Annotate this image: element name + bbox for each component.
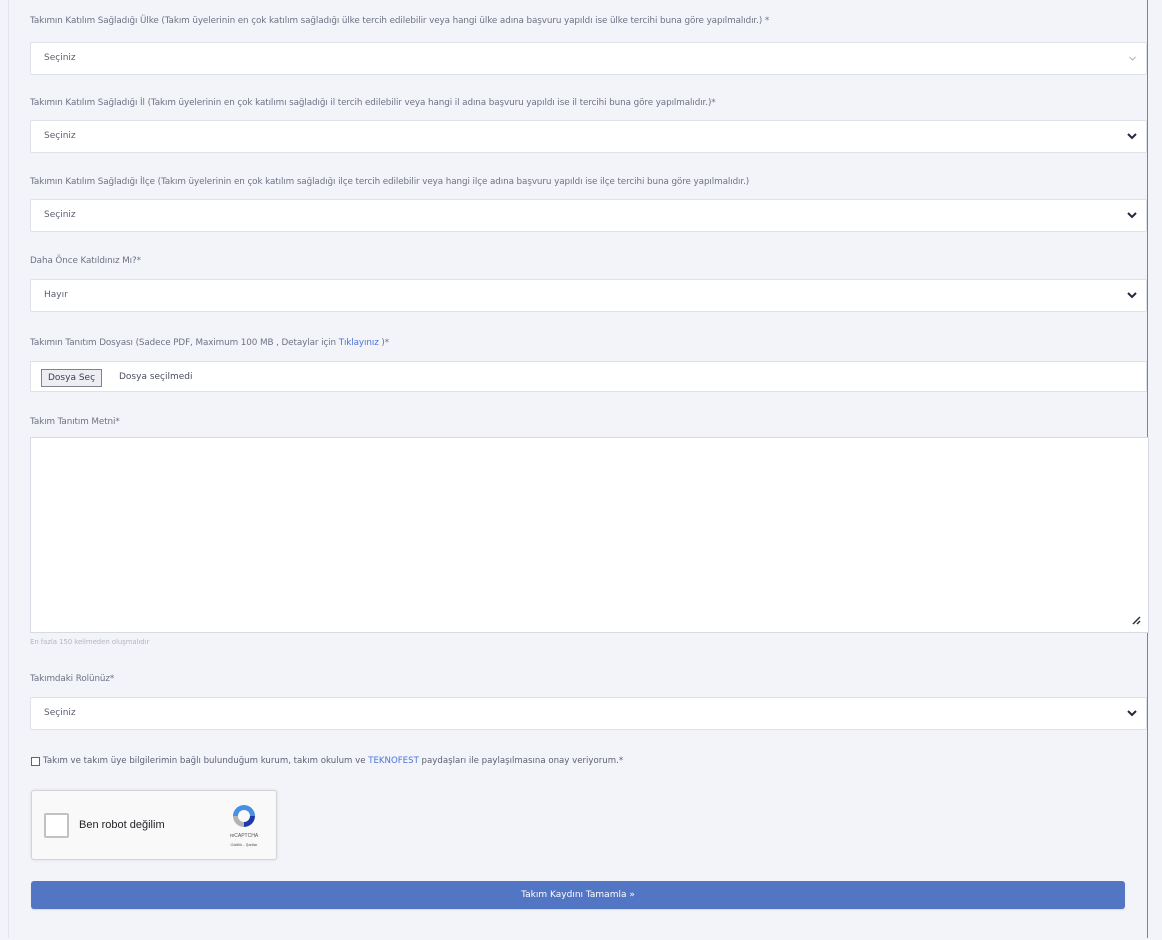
chevron-down-icon (1127, 133, 1137, 140)
complete-registration-button[interactable]: Takım Kaydını Tamamla » (31, 881, 1125, 909)
description-text-label: Takım Tanıtım Metni* (30, 417, 120, 427)
previous-participation-selected-value: Hayır (44, 290, 68, 300)
description-file-label: Takımın Tanıtım Dosyası (Sadece PDF, Max… (30, 338, 389, 348)
consent-text-prefix: Takım ve takım üye bilgilerimin bağlı bu… (43, 756, 369, 766)
resize-handle-icon[interactable] (1128, 612, 1141, 625)
recaptcha-brand: reCAPTCHA (229, 833, 259, 839)
team-role-selected-value: Seçiniz (44, 708, 76, 718)
district-select[interactable]: Seçiniz (30, 199, 1147, 232)
district-label: Takımın Katılım Sağladığı İlçe (Takım üy… (30, 177, 750, 187)
recaptcha-links[interactable]: Gizlilik - Şartlar (219, 842, 269, 847)
description-textarea[interactable] (30, 437, 1149, 633)
province-label: Takımın Katılım Sağladığı İl (Takım üyel… (30, 98, 716, 108)
recaptcha-widget: Ben robot değilim reCAPTCHA Gizlilik - Ş… (31, 790, 277, 860)
description-helper-text: En fazla 150 kelimeden oluşmalıdır (30, 638, 150, 646)
description-file-label-suffix: )* (378, 338, 390, 348)
team-role-label: Takımdaki Rolünüz* (30, 674, 115, 684)
chevron-down-icon (1127, 710, 1137, 717)
country-selected-value: Seçiniz (44, 53, 76, 63)
previous-participation-label: Daha Önce Katıldınız Mı?* (30, 256, 141, 266)
chevron-down-icon (1127, 212, 1137, 219)
recaptcha-checkbox[interactable] (44, 813, 69, 838)
choose-file-button[interactable]: Dosya Seç (41, 369, 103, 387)
consent-checkbox[interactable] (31, 756, 40, 766)
chevron-down-icon (1127, 292, 1137, 299)
recaptcha-logo-icon (233, 805, 255, 827)
description-file-input[interactable]: Dosya Seç Dosya seçilmedi (30, 361, 1147, 392)
description-file-label-prefix: Takımın Tanıtım Dosyası (Sadece PDF, Max… (30, 338, 339, 348)
consent-text-suffix: paydaşları ile paylaşılmasına onay veriy… (418, 756, 624, 766)
province-select[interactable]: Seçiniz (30, 120, 1147, 153)
chevron-down-icon (1129, 56, 1136, 61)
previous-participation-select[interactable]: Hayır (30, 279, 1147, 312)
consent-text: Takım ve takım üye bilgilerimin bağlı bu… (43, 756, 623, 766)
file-status-text: Dosya seçilmedi (119, 372, 193, 382)
country-label: Takımın Katılım Sağladığı Ülke (Takım üy… (30, 16, 770, 26)
recaptcha-label: Ben robot değilim (79, 819, 165, 831)
consent-row: Takım ve takım üye bilgilerimin bağlı bu… (31, 756, 623, 766)
district-selected-value: Seçiniz (44, 210, 76, 220)
teknofest-link[interactable]: TEKNOFEST (368, 756, 419, 766)
country-select[interactable]: Seçiniz (30, 42, 1147, 75)
team-role-select[interactable]: Seçiniz (30, 697, 1147, 730)
province-selected-value: Seçiniz (44, 131, 76, 141)
details-link[interactable]: Tıklayınız (339, 338, 379, 348)
